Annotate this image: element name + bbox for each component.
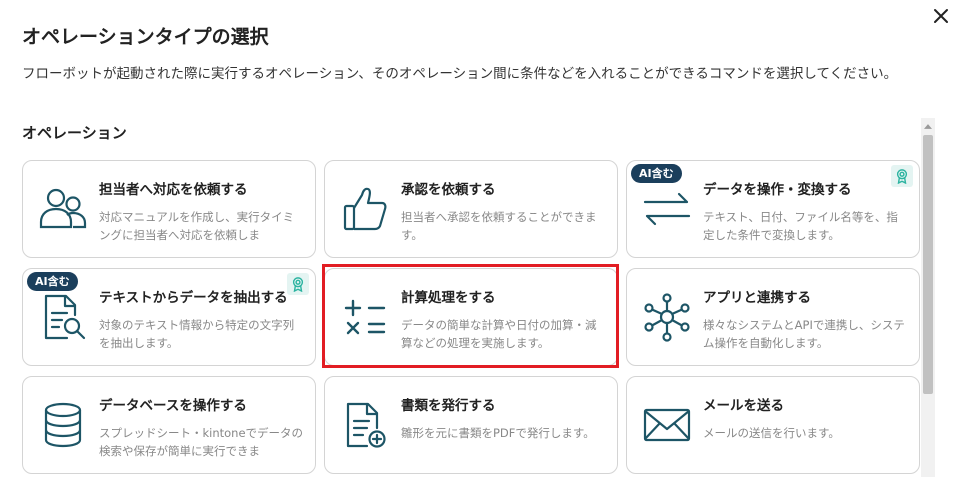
- thumbs-up-icon: [339, 183, 391, 235]
- card-description: 雛形を元に書類をPDFで発行します。: [401, 426, 595, 440]
- card-title: 担当者へ対応を依頼する: [99, 182, 248, 198]
- card-title: データベースを操作する: [99, 398, 247, 414]
- card-description: テキスト、日付、ファイル名等を、指定した条件で変換します。: [703, 210, 898, 242]
- operation-card-database[interactable]: データベースを操作する スプレッドシート・kintoneでデータの検索や保存が簡…: [22, 376, 316, 474]
- ai-badge: AI含む: [27, 272, 78, 291]
- vertical-scrollbar[interactable]: [921, 118, 935, 477]
- card-description: 様々なシステムとAPIで連携し、システム操作を自動化します。: [703, 318, 905, 350]
- operation-card-transform-data[interactable]: AI含む データを操作・変換する テキスト、日付、ファイル名等を、指定した条件で…: [626, 160, 920, 258]
- card-title: メールを送る: [703, 398, 784, 414]
- operation-card-request-approval[interactable]: 承認を依頼する 担当者へ承認を依頼することができます。: [324, 160, 618, 258]
- database-icon: [37, 399, 89, 451]
- swap-arrows-icon: [641, 183, 693, 235]
- dialog-title: オペレーションタイプの選択: [22, 26, 269, 48]
- ai-badge: AI含む: [631, 164, 682, 183]
- award-ribbon-icon: [287, 273, 309, 295]
- network-hub-icon: [641, 291, 693, 343]
- scrollbar-thumb[interactable]: [923, 135, 933, 394]
- close-icon[interactable]: [930, 5, 952, 27]
- operation-card-calculation[interactable]: 計算処理をする データの簡単な計算や日付の加算・減算などの処理を実施します。: [324, 268, 618, 366]
- people-icon: [37, 183, 89, 235]
- card-description: 対象のテキスト情報から特定の文字列を抽出します。: [99, 318, 295, 350]
- dialog-subtitle: フローボットが起動された際に実行するオペレーション、そのオペレーション間に条件な…: [22, 66, 898, 82]
- card-title: テキストからデータを抽出する: [99, 290, 288, 306]
- card-title: 書類を発行する: [401, 398, 496, 414]
- document-add-icon: [339, 399, 391, 451]
- card-description: スプレッドシート・kintoneでデータの検索や保存が簡単に実行できま: [99, 426, 304, 458]
- envelope-icon: [641, 399, 693, 451]
- card-description: 担当者へ承認を依頼することができます。: [401, 210, 597, 242]
- operation-card-issue-document[interactable]: 書類を発行する 雛形を元に書類をPDFで発行します。: [324, 376, 618, 474]
- section-heading-operations: オペレーション: [22, 124, 127, 142]
- operation-card-request-response[interactable]: 担当者へ対応を依頼する 対応マニュアルを作成し、実行タイミングに担当者へ対応を依…: [22, 160, 316, 258]
- document-search-icon: [37, 291, 89, 343]
- operation-card-extract-text[interactable]: AI含む テキストからデータを抽出する 対象のテキスト情報から特定の文字列を抽出…: [22, 268, 316, 366]
- card-description: 対応マニュアルを作成し、実行タイミングに担当者へ対応を依頼しま: [99, 210, 295, 242]
- operation-card-app-integration[interactable]: アプリと連携する 様々なシステムとAPIで連携し、システム操作を自動化します。: [626, 268, 920, 366]
- card-title: 承認を依頼する: [401, 182, 496, 198]
- operation-card-send-email[interactable]: メールを送る メールの送信を行います。: [626, 376, 920, 474]
- calculator-symbols-icon: [339, 291, 391, 343]
- operation-card-grid: 担当者へ対応を依頼する 対応マニュアルを作成し、実行タイミングに担当者へ対応を依…: [22, 160, 920, 477]
- scroll-up-arrow-icon[interactable]: [921, 120, 935, 132]
- card-title: 計算処理をする: [401, 290, 496, 306]
- card-title: アプリと連携する: [703, 290, 811, 306]
- card-description: メールの送信を行います。: [703, 426, 840, 440]
- card-title: データを操作・変換する: [703, 182, 852, 198]
- card-description: データの簡単な計算や日付の加算・減算などの処理を実施します。: [401, 318, 597, 350]
- award-ribbon-icon: [891, 165, 913, 187]
